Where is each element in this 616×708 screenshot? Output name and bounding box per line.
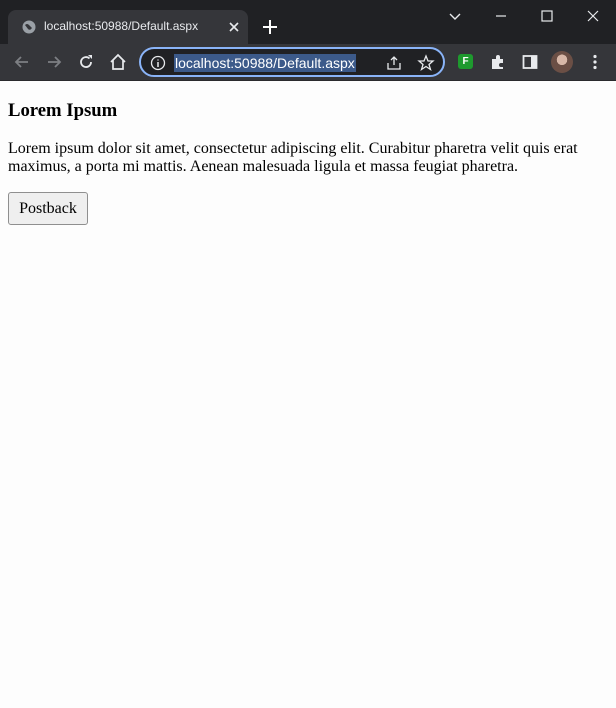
forward-icon[interactable] [44, 52, 64, 72]
maximize-icon[interactable] [537, 6, 557, 26]
postback-button[interactable]: Postback [8, 192, 88, 225]
menu-icon[interactable] [585, 52, 605, 72]
back-icon[interactable] [12, 52, 32, 72]
info-icon[interactable] [149, 54, 167, 72]
tab-search-chevron-down-icon[interactable] [445, 6, 465, 26]
page-viewport: Lorem Ipsum Lorem ipsum dolor sit amet, … [0, 82, 616, 708]
tab-strip: localhost:50988/Default.aspx [0, 0, 616, 44]
profile-avatar[interactable] [551, 51, 573, 73]
url-text[interactable]: localhost:50988/Default.aspx [174, 54, 356, 72]
new-tab-plus-icon[interactable] [260, 17, 280, 37]
share-icon[interactable] [385, 54, 403, 72]
globe-icon [22, 20, 36, 34]
address-bar[interactable]: localhost:50988/Default.aspx [139, 47, 445, 77]
sidepanel-icon[interactable] [520, 52, 540, 72]
puzzle-icon[interactable] [488, 52, 508, 72]
browser-tab[interactable]: localhost:50988/Default.aspx [8, 10, 248, 44]
page-title: Lorem Ipsum [8, 100, 118, 121]
window-close-icon[interactable] [583, 6, 603, 26]
extension-f-icon[interactable]: F [458, 54, 473, 69]
reload-icon[interactable] [76, 52, 96, 72]
close-icon[interactable] [226, 19, 242, 35]
home-icon[interactable] [108, 52, 128, 72]
minimize-icon[interactable] [491, 6, 511, 26]
star-icon[interactable] [417, 54, 435, 72]
page-paragraph: Lorem ipsum dolor sit amet, consectetur … [8, 140, 578, 175]
tab-title: localhost:50988/Default.aspx [44, 19, 199, 33]
